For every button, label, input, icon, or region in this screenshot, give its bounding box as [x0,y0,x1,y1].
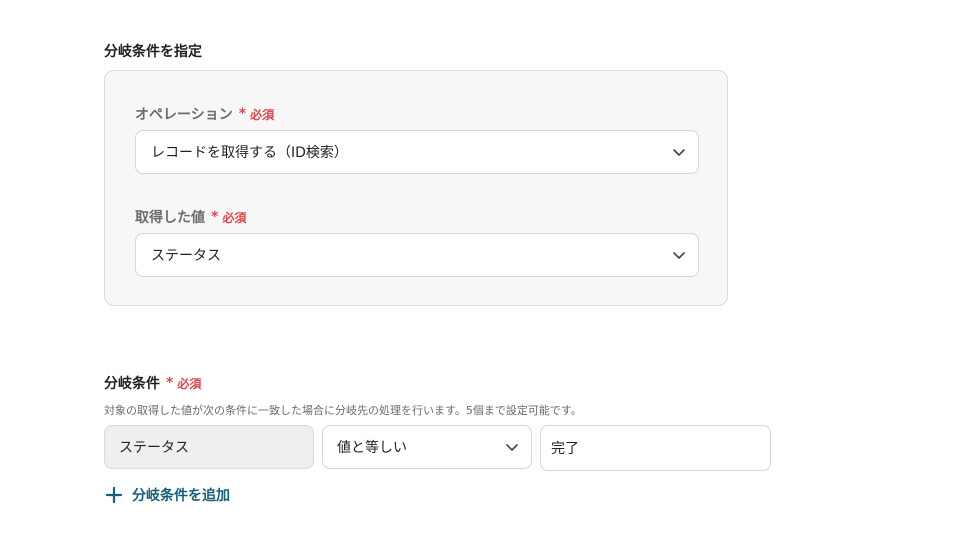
chevron-down-icon [673,149,685,156]
required-mark: * [166,375,174,391]
conditions-title: 分岐条件 * 必須 [104,373,201,393]
required-text: 必須 [177,376,202,391]
operation-label-text: オペレーション [135,107,233,123]
add-condition-button[interactable]: 分岐条件を追加 [104,485,230,505]
acquired-value-label: 取得した値 * 必須 [135,207,246,227]
acquired-value-select-value: ステータス [151,248,221,264]
conditions-description: 対象の取得した値が次の条件に一致した場合に分岐先の処理を行います。5個まで設定可… [104,404,582,417]
required-mark: * [211,209,219,225]
condition-value-text: 完了 [551,441,579,457]
operation-label: オペレーション * 必須 [135,104,274,124]
section-title: 分岐条件を指定 [104,44,202,60]
acquired-value-label-text: 取得した値 [135,210,205,226]
branch-settings-panel: オペレーション * 必須 レコードを取得する（ID検索） 取得した値 * 必須 … [104,70,728,306]
chevron-down-icon [673,252,685,259]
operation-select[interactable]: レコードを取得する（ID検索） [135,130,699,174]
plus-icon [105,486,123,504]
add-condition-label: 分岐条件を追加 [132,488,230,504]
required-text: 必須 [250,107,275,122]
required-text: 必須 [222,210,247,225]
operation-select-value: レコードを取得する（ID検索） [151,145,348,161]
condition-field: ステータス [104,425,314,469]
condition-field-value: ステータス [119,440,189,456]
chevron-down-icon [506,444,518,451]
condition-operator-value: 値と等しい [337,440,407,456]
condition-value-input[interactable]: 完了 [540,425,771,471]
condition-operator-select[interactable]: 値と等しい [322,425,532,469]
required-mark: * [238,106,247,122]
conditions-title-text: 分岐条件 [104,376,160,392]
acquired-value-select[interactable]: ステータス [135,233,699,277]
